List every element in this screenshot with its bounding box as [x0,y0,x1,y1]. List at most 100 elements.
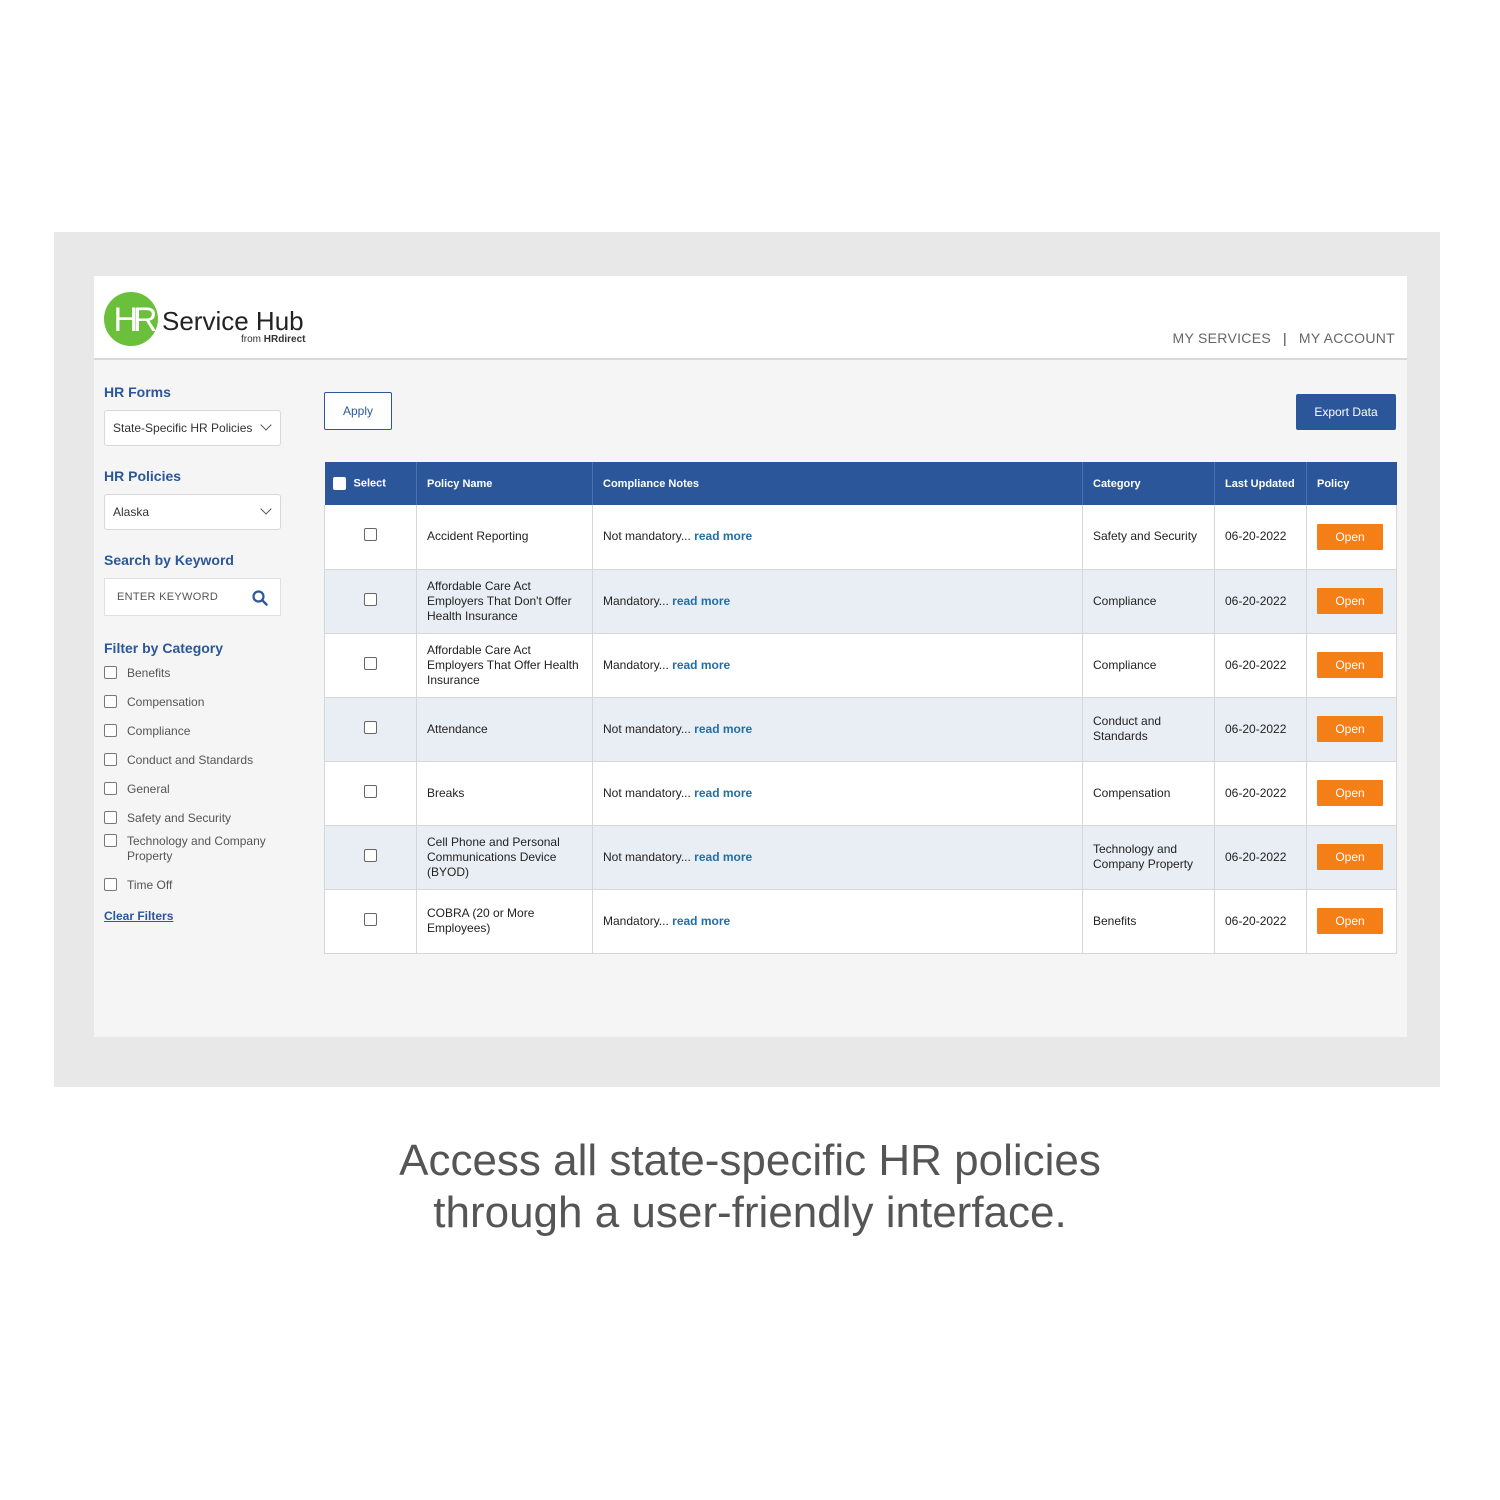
compliance-note-cell: Mandatory... read more [592,633,1083,698]
open-button[interactable]: Open [1317,652,1383,678]
filter-checkbox[interactable] [104,753,117,766]
filter-conduct[interactable]: Conduct and Standards [104,753,284,768]
hr-policies-select[interactable]: Alaska [104,494,281,530]
search-icon[interactable] [252,590,268,606]
last-updated-cell: 06-20-2022 [1214,825,1307,890]
read-more-link[interactable]: read more [672,914,730,928]
caption-line-1: Access all state-specific HR policies [399,1136,1101,1185]
row-checkbox[interactable] [364,592,377,606]
column-policy: Policy [1306,462,1397,505]
open-button[interactable]: Open [1317,844,1383,870]
chevron-down-icon [260,419,272,431]
filter-label-text: General [127,782,170,796]
last-updated-cell: 06-20-2022 [1214,505,1307,570]
read-more-link[interactable]: read more [694,786,752,800]
apply-button[interactable]: Apply [324,392,392,430]
filter-checkbox[interactable] [104,878,117,891]
last-updated-cell: 06-20-2022 [1214,889,1307,954]
caption-line-2: through a user-friendly interface. [433,1188,1067,1237]
open-button[interactable]: Open [1317,716,1383,742]
compliance-note: Not mandatory... [603,785,691,800]
app-window: HR Service Hub from HRdirect MY SERVICES… [94,276,1407,1037]
category-cell: Technology and Company Property [1082,825,1215,890]
select-all-checkbox[interactable] [332,477,346,490]
policy-name-cell: Accident Reporting [416,505,593,570]
filter-general[interactable]: General [104,782,284,797]
last-updated-cell: 06-20-2022 [1214,761,1307,826]
filter-time-off[interactable]: Time Off [104,878,284,893]
column-select: Select [324,462,417,505]
nav-my-services[interactable]: MY SERVICES [1172,330,1270,346]
nav-my-account[interactable]: MY ACCOUNT [1299,330,1395,346]
filter-label-text: Time Off [127,878,173,892]
filter-checkbox[interactable] [104,695,117,708]
filter-label-text: Compensation [127,695,205,709]
compliance-note-cell: Mandatory... read more [592,569,1083,634]
top-nav: MY SERVICES | MY ACCOUNT [1172,330,1395,346]
policy-cell: Open [1306,697,1397,762]
policy-cell: Open [1306,889,1397,954]
open-button[interactable]: Open [1317,780,1383,806]
compliance-note: Not mandatory... [603,849,691,864]
filter-technology[interactable]: Technology and Company Property [104,834,284,864]
filter-checkbox[interactable] [104,724,117,737]
read-more-link[interactable]: read more [694,722,752,736]
filter-safety[interactable]: Safety and Security [104,811,284,826]
policy-name-cell: COBRA (20 or More Employees) [416,889,593,954]
policy-name-cell: Affordable Care Act Employers That Don't… [416,569,593,634]
export-data-button[interactable]: Export Data [1296,394,1396,430]
compliance-note-cell: Not mandatory... read more [592,761,1083,826]
read-more-link[interactable]: read more [672,594,730,608]
policy-name-cell: Affordable Care Act Employers That Offer… [416,633,593,698]
column-category[interactable]: Category [1082,462,1215,505]
filter-benefits[interactable]: Benefits [104,666,284,681]
filter-checkbox[interactable] [104,811,117,824]
row-checkbox[interactable] [364,528,377,542]
table-header-row: Select Policy Name Compliance Notes Cate… [324,462,1397,505]
compliance-note: Mandatory... [603,657,669,672]
policy-cell: Open [1306,633,1397,698]
row-checkbox[interactable] [364,656,377,670]
column-last-updated[interactable]: Last Updated [1214,462,1307,505]
hr-forms-select[interactable]: State-Specific HR Policies [104,410,281,446]
compliance-note-cell: Mandatory... read more [592,889,1083,954]
filter-compensation[interactable]: Compensation [104,695,284,710]
column-policy-name[interactable]: Policy Name [416,462,593,505]
open-button[interactable]: Open [1317,588,1383,614]
open-button[interactable]: Open [1317,908,1383,934]
filter-checkbox[interactable] [104,782,117,795]
open-button[interactable]: Open [1317,523,1383,550]
policy-cell: Open [1306,761,1397,826]
filter-label: Filter by Category [104,640,224,656]
row-checkbox[interactable] [364,784,377,798]
table-row: Affordable Care Act Employers That Don't… [324,569,1397,634]
table-row: Affordable Care Act Employers That Offer… [324,633,1397,698]
category-cell: Benefits [1082,889,1215,954]
read-more-link[interactable]: read more [694,850,752,864]
row-checkbox[interactable] [364,912,377,926]
row-checkbox[interactable] [364,848,377,862]
logo-subtitle: from HRdirect [241,334,305,345]
read-more-link[interactable]: read more [694,529,752,543]
row-checkbox[interactable] [364,720,377,734]
clear-filters-link[interactable]: Clear Filters [104,909,173,923]
row-select-cell [324,569,417,634]
sidebar: HR Forms State-Specific HR Policies HR P… [104,384,284,925]
filter-label-text: Compliance [127,724,191,738]
logo[interactable]: HR Service Hub from HRdirect [104,292,344,352]
read-more-link[interactable]: read more [672,658,730,672]
compliance-note: Mandatory... [603,593,669,608]
caption: Access all state-specific HR policies th… [0,1135,1500,1239]
filter-checkbox[interactable] [104,666,117,679]
filter-checkbox[interactable] [104,834,117,847]
hr-forms-value: State-Specific HR Policies [113,421,253,435]
logo-sub-brand: HRdirect [263,334,306,345]
search-input[interactable] [117,591,247,603]
top-bar: HR Service Hub from HRdirect MY SERVICES… [94,276,1407,360]
compliance-note-cell: Not mandatory... read more [592,505,1083,570]
column-label: Select [353,477,386,490]
compliance-note-cell: Not mandatory... read more [592,825,1083,890]
filter-compliance[interactable]: Compliance [104,724,284,739]
column-compliance-notes[interactable]: Compliance Notes [592,462,1083,505]
policy-cell: Open [1306,569,1397,634]
